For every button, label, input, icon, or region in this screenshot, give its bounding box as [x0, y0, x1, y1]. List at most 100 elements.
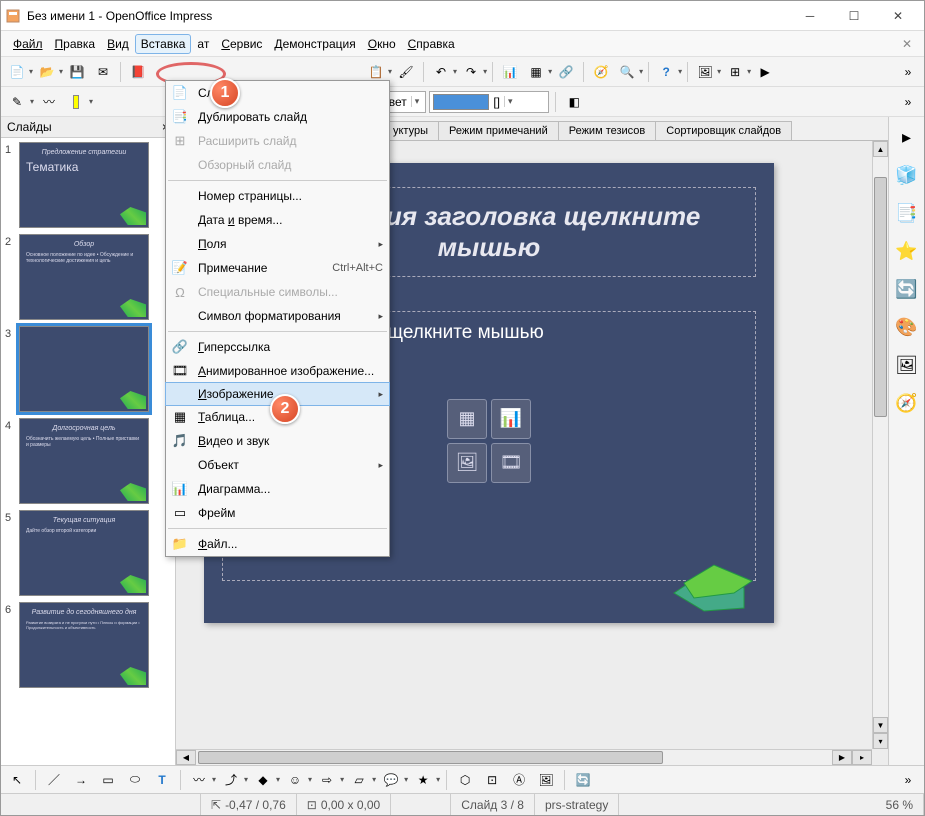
from-file-tool[interactable]: 🖼 — [534, 768, 558, 792]
redo-button[interactable]: ↷ — [459, 60, 483, 84]
menu-fields[interactable]: Поля▸ — [166, 232, 389, 256]
glue-tool[interactable]: ⊡ — [480, 768, 504, 792]
navigator-button[interactable]: 🧭 — [589, 60, 613, 84]
text-tool[interactable]: T — [150, 768, 174, 792]
menu-file[interactable]: 📁Файл... — [166, 532, 389, 556]
insert-movie-icon[interactable]: 🎞 — [491, 443, 531, 483]
master-pages-icon[interactable]: 📑 — [893, 199, 921, 227]
tab-handout[interactable]: Режим тезисов — [558, 121, 657, 140]
save-button[interactable]: 💾 — [65, 60, 89, 84]
table-button[interactable]: ▦ — [524, 60, 548, 84]
slideshow-button[interactable]: ▶ — [753, 60, 777, 84]
curve-tool[interactable]: 〰 — [187, 768, 211, 792]
menu-file[interactable]: Файл — [7, 34, 49, 54]
help-button[interactable]: ? — [654, 60, 678, 84]
insert-table-icon[interactable]: ▦ — [447, 399, 487, 439]
menu-format[interactable]: ат — [191, 34, 215, 54]
menu-duplicate-slide[interactable]: 📑Дублировать слайд — [166, 105, 389, 129]
open-button[interactable]: 📂 — [35, 60, 59, 84]
symbol-shapes-tool[interactable]: ☺ — [283, 768, 307, 792]
menu-formatting-mark[interactable]: Символ форматирования▸ — [166, 304, 389, 328]
properties-icon[interactable]: 🧊 — [893, 161, 921, 189]
menu-comment[interactable]: 📝ПримечаниеCtrl+Alt+C — [166, 256, 389, 280]
custom-animation-icon[interactable]: ⭐ — [893, 237, 921, 265]
menu-view[interactable]: Вид — [101, 34, 135, 54]
menu-insert-slide[interactable]: 📄Слайд — [166, 81, 389, 105]
slide-transition-icon[interactable]: 🔄 — [893, 275, 921, 303]
thumb-row[interactable]: 3 — [5, 326, 171, 412]
connector-tool[interactable]: ⤴ — [219, 768, 243, 792]
basic-shapes-tool[interactable]: ◆ — [251, 768, 275, 792]
status-zoom[interactable]: 56 % — [876, 794, 924, 815]
thumb-row[interactable]: 4Долгосрочная цельОбозначить желаемую це… — [5, 418, 171, 504]
menu-date-time[interactable]: Дата и время... — [166, 208, 389, 232]
menu-page-number[interactable]: Номер страницы... — [166, 184, 389, 208]
select-tool[interactable]: ↖ — [5, 768, 29, 792]
flowchart-tool[interactable]: ▱ — [347, 768, 371, 792]
thumb-row[interactable]: 5Текущая ситуацияДайте обзор второй кате… — [5, 510, 171, 596]
menubar-close-doc[interactable]: ✕ — [896, 37, 918, 51]
insert-chart-icon[interactable]: 📊 — [491, 399, 531, 439]
window-title: Без имени 1 - OpenOffice Impress — [27, 9, 788, 23]
toolbar-overflow[interactable]: » — [896, 60, 920, 84]
slide-design-button[interactable]: 🖼 — [693, 60, 717, 84]
insert-image-icon[interactable]: 🖼 — [447, 443, 487, 483]
new-button[interactable]: 📄 — [5, 60, 29, 84]
zoom-button[interactable]: 🔍 — [615, 60, 639, 84]
fontwork-tool[interactable]: Ⓐ — [507, 768, 531, 792]
draw-overflow[interactable]: » — [896, 768, 920, 792]
menu-help[interactable]: Справка — [402, 34, 461, 54]
hyperlink-button[interactable]: 🔗 — [554, 60, 578, 84]
undo-button[interactable]: ↶ — [429, 60, 453, 84]
menu-frame[interactable]: ▭Фрейм — [166, 501, 389, 525]
thumb-row[interactable]: 2ОбзорОсновное положение по идее • Обсуж… — [5, 234, 171, 320]
stars-tool[interactable]: ★ — [411, 768, 435, 792]
styles-icon[interactable]: 🎨 — [893, 313, 921, 341]
menu-window[interactable]: Окно — [362, 34, 402, 54]
chart-button[interactable]: 📊 — [498, 60, 522, 84]
maximize-button[interactable]: ☐ — [832, 1, 876, 30]
menu-hyperlink[interactable]: 🔗Гиперссылка — [166, 335, 389, 359]
menu-slideshow[interactable]: Демонстрация — [268, 34, 361, 54]
vertical-scrollbar[interactable]: ▲ ▼ ▾ — [872, 141, 888, 749]
menu-animated-image[interactable]: 🎞Анимированное изображение... — [166, 359, 389, 383]
close-button[interactable]: ✕ — [876, 1, 920, 30]
line-tool[interactable]: ／ — [42, 768, 66, 792]
horizontal-scrollbar[interactable]: ◀ ▶ ▸ — [176, 749, 872, 765]
menu-object[interactable]: Объект▸ — [166, 453, 389, 477]
menu-tools[interactable]: Сервис — [215, 34, 268, 54]
minimize-button[interactable]: ─ — [788, 1, 832, 30]
points-tool[interactable]: ⬡ — [453, 768, 477, 792]
navigator-icon[interactable]: 🧭 — [893, 389, 921, 417]
email-button[interactable]: ✉ — [91, 60, 115, 84]
menu-edit[interactable]: Правка — [49, 34, 102, 54]
fill-color-combo[interactable]: []▾ — [429, 91, 549, 113]
tab-sorter[interactable]: Сортировщик слайдов — [655, 121, 792, 140]
sidebar-toggle[interactable]: ▸ — [893, 123, 921, 151]
color-swatch — [433, 94, 489, 110]
slide-layout-button[interactable]: ⊞ — [723, 60, 747, 84]
tab-notes[interactable]: Режим примечаний — [438, 121, 559, 140]
arrow-tool[interactable]: → — [69, 768, 93, 792]
shadow-button[interactable]: ◧ — [562, 90, 586, 114]
rect-tool[interactable]: ▭ — [96, 768, 120, 792]
menu-chart[interactable]: 📊Диаграмма... — [166, 477, 389, 501]
arrow-style-button[interactable]: ✎ — [5, 90, 29, 114]
rotate-tool[interactable]: 🔄 — [571, 768, 595, 792]
menu-insert[interactable]: Вставка — [135, 34, 192, 54]
new-dropdown[interactable]: ▾ — [29, 67, 33, 76]
menu-video-sound[interactable]: 🎵Видео и звук — [166, 429, 389, 453]
line-style-button[interactable]: 〰 — [37, 90, 61, 114]
thumb-row[interactable]: 1Предложение стратегииТематика — [5, 142, 171, 228]
ellipse-tool[interactable]: ⬭ — [123, 768, 147, 792]
thumb-row[interactable]: 6Развитие до сегодняшнего дняРазвитие во… — [5, 602, 171, 688]
export-pdf-button[interactable]: 📕 — [126, 60, 150, 84]
block-arrows-tool[interactable]: ⇨ — [315, 768, 339, 792]
gallery-icon[interactable]: 🖼 — [893, 351, 921, 379]
content-icon-grid[interactable]: ▦ 📊 🖼 🎞 — [447, 399, 531, 483]
tab-outline[interactable]: уктуры — [382, 121, 439, 140]
lf-overflow[interactable]: » — [896, 90, 920, 114]
callouts-tool[interactable]: 💬 — [379, 768, 403, 792]
format-paint-button[interactable]: 🖌 — [394, 60, 418, 84]
line-color-button[interactable] — [64, 90, 88, 114]
